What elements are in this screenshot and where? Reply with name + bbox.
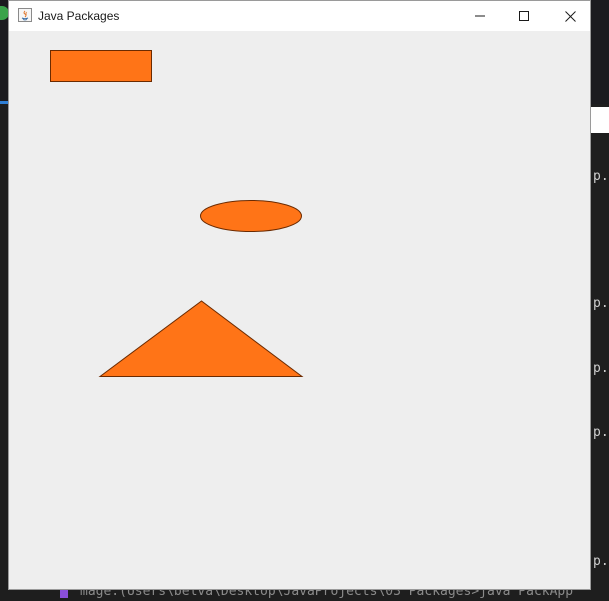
orange-triangle	[98, 300, 304, 377]
java-window: Java Packages	[8, 0, 591, 590]
window-titlebar[interactable]: Java Packages	[9, 1, 590, 31]
background-text-fragment: p.	[593, 296, 609, 311]
minimize-button[interactable]	[457, 1, 503, 31]
maximize-icon	[519, 11, 529, 21]
background-text-fragment: p.	[593, 554, 609, 569]
close-button[interactable]	[547, 1, 590, 31]
maximize-button[interactable]	[501, 1, 547, 31]
background-white-strip	[590, 107, 609, 133]
orange-ellipse	[200, 200, 302, 232]
orange-rectangle	[50, 50, 152, 82]
background-accent	[0, 101, 8, 104]
minimize-icon	[475, 15, 485, 17]
window-title: Java Packages	[38, 9, 120, 23]
background-text-fragment: p.	[593, 169, 609, 184]
background-text-fragment: p.	[593, 361, 609, 376]
background-text-fragment: p.	[593, 425, 609, 440]
drawing-canvas	[9, 31, 590, 589]
java-icon[interactable]	[18, 8, 32, 22]
close-icon	[564, 10, 576, 22]
